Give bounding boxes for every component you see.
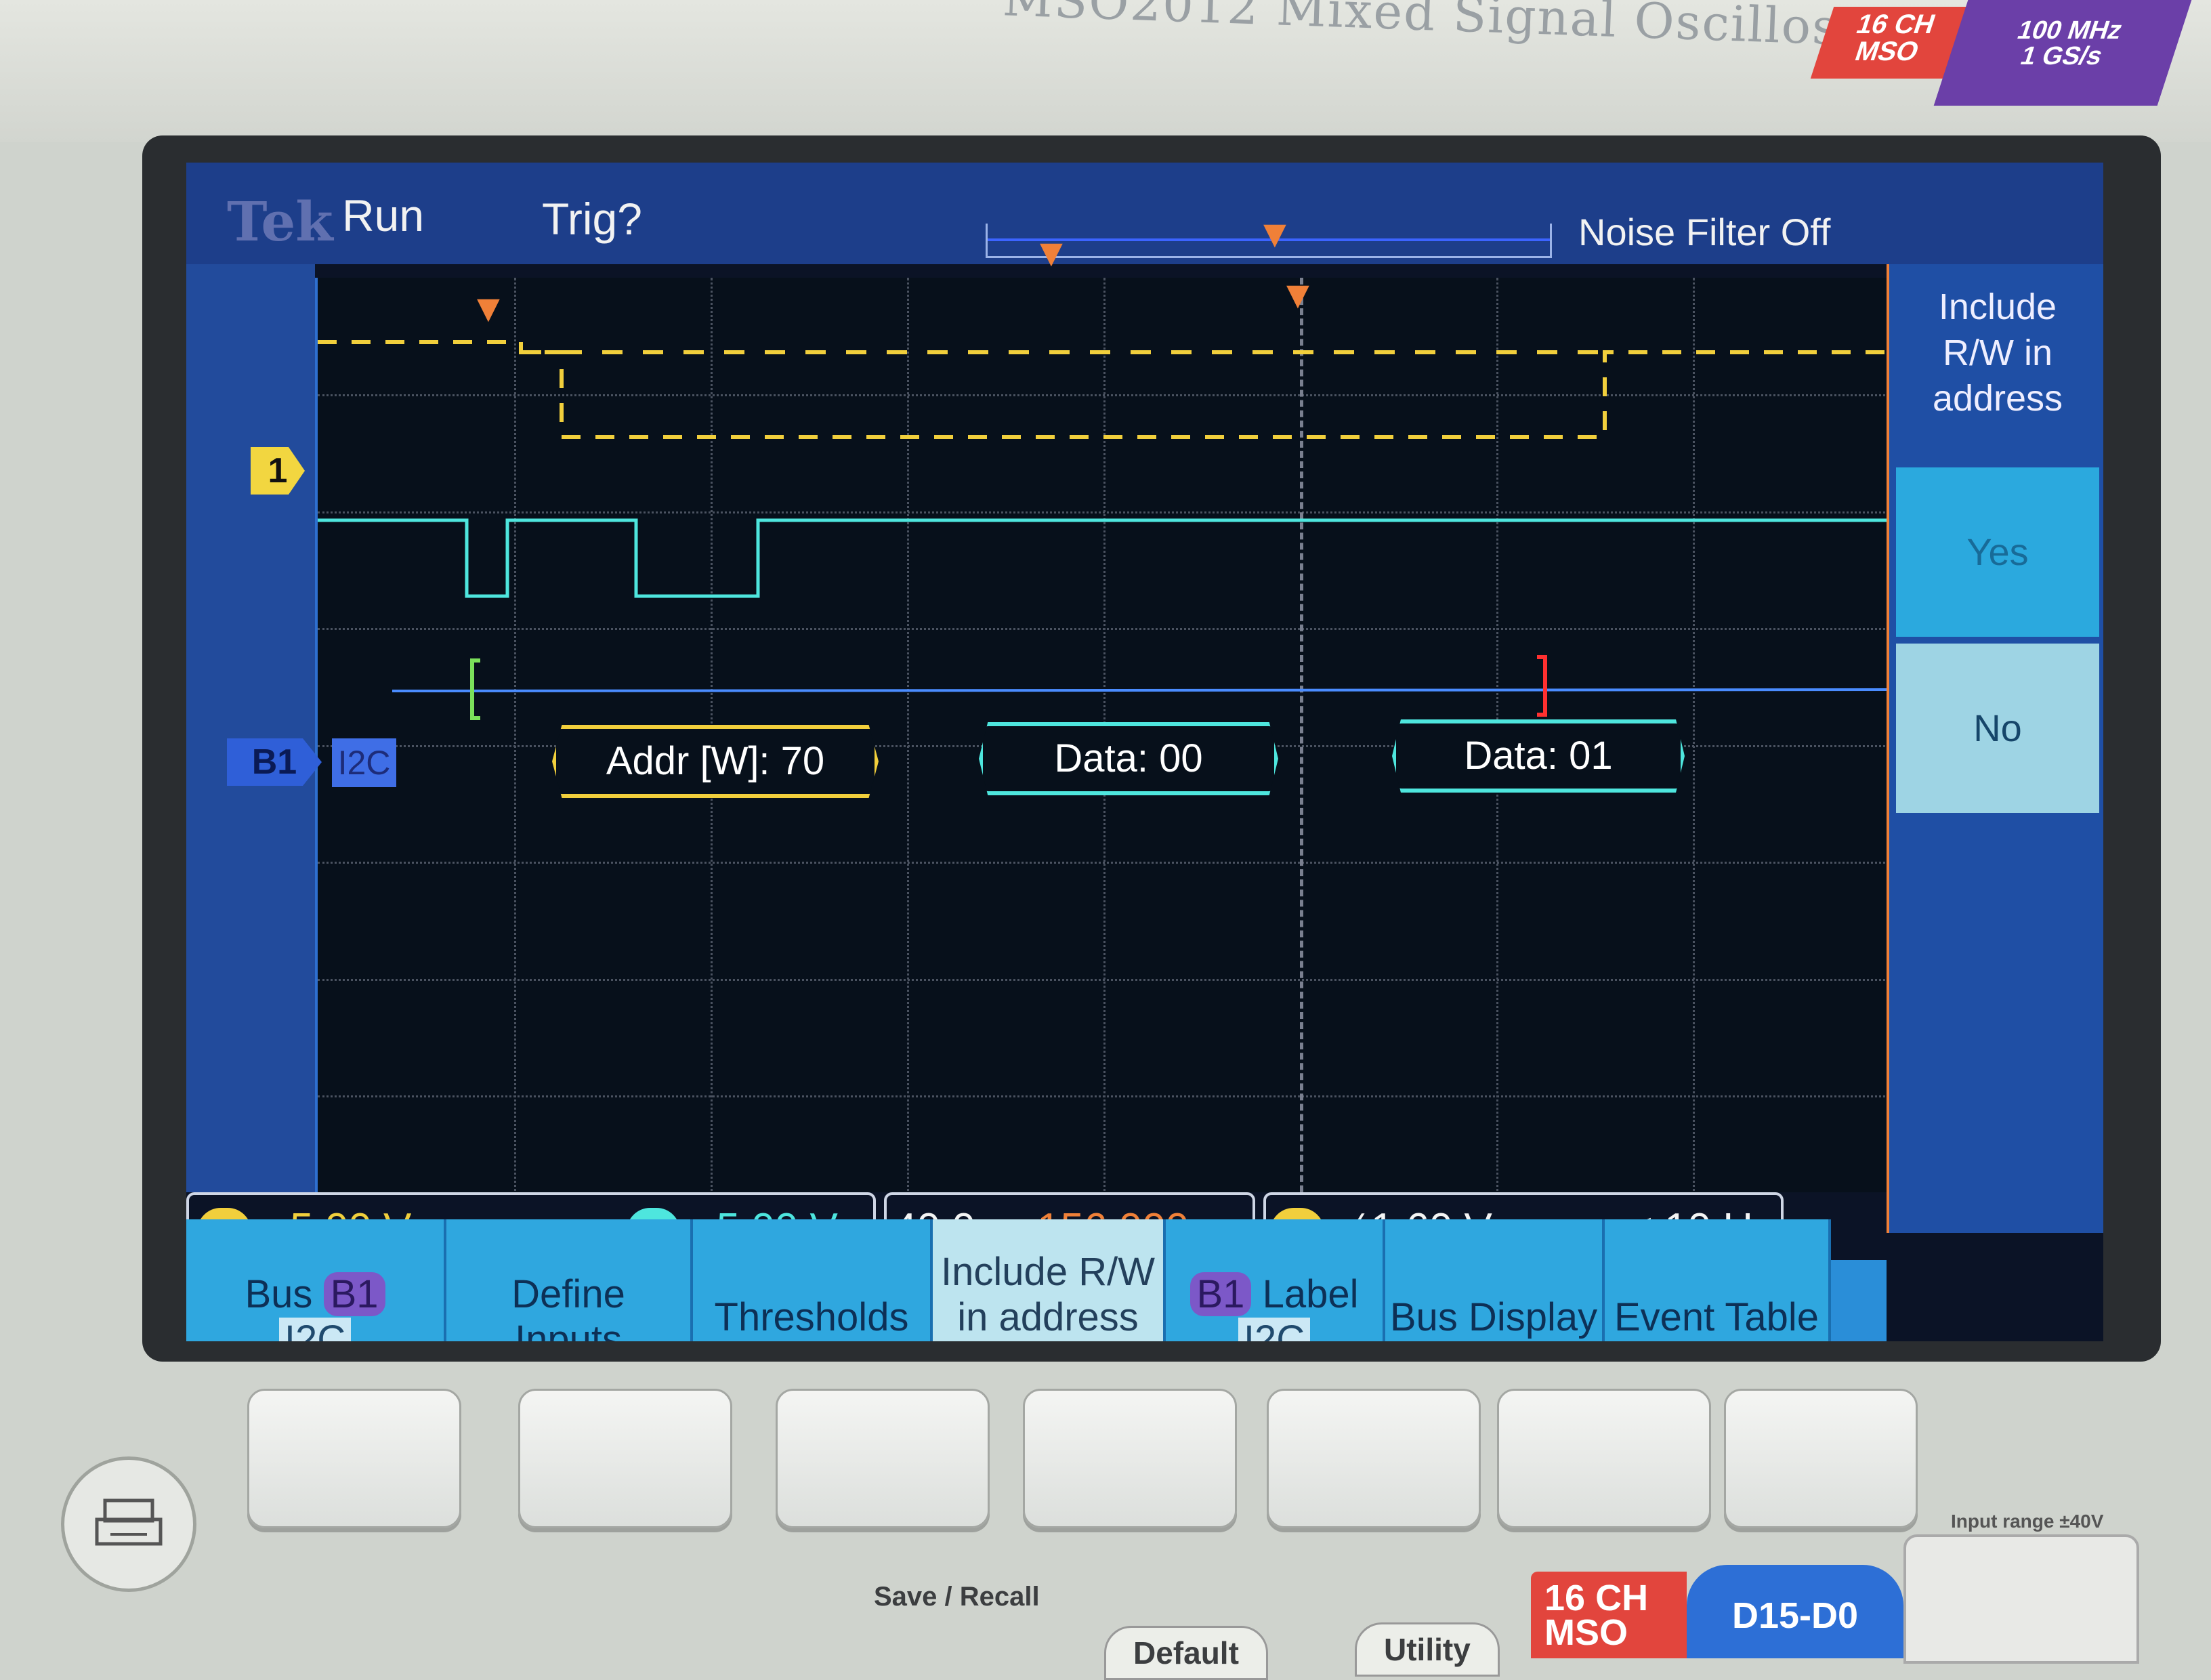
side-menu: Include R/W in address Yes No xyxy=(1887,264,2103,1233)
default-button[interactable]: Default xyxy=(1104,1626,1268,1680)
define-inputs-button[interactable]: Define Inputs xyxy=(446,1219,693,1341)
i2c-data-packet: Data: 00 xyxy=(979,722,1278,795)
bezel-button-6[interactable] xyxy=(1497,1389,1711,1528)
label-tag: B1 xyxy=(1189,1272,1252,1317)
input-range-label: Input range ±40V xyxy=(1951,1511,2104,1532)
spec-badge-line2: 1 GS/s xyxy=(2017,42,2107,70)
tek-logo: Tek xyxy=(227,190,333,253)
bus-display-label: Bus Display xyxy=(1389,1295,1598,1339)
bezel-button-1[interactable] xyxy=(247,1389,461,1528)
include-rw-line2: in address xyxy=(957,1295,1139,1339)
bus-value: I2C xyxy=(278,1318,352,1341)
define-inputs-line2: Inputs xyxy=(515,1318,622,1341)
event-table-button[interactable]: Event Table xyxy=(1605,1219,1831,1341)
bus-menu-button[interactable]: Bus B1 I2C xyxy=(186,1219,446,1341)
oscilloscope-screen: Tek Run Trig? ▼ ▼ Noise Filter Off ▼ ▼ 1… xyxy=(186,163,2103,1341)
ch-mso-badge: 16 CH MSO xyxy=(1531,1572,1687,1658)
include-rw-value: No xyxy=(1023,1340,1073,1341)
ch2-trace xyxy=(318,518,1889,598)
side-menu-title: Include R/W in address xyxy=(1932,287,2063,419)
utility-button[interactable]: Utility xyxy=(1355,1622,1500,1677)
thresholds-button[interactable]: Thresholds xyxy=(693,1219,933,1341)
status-bar: Tek Run Trig? ▼ ▼ Noise Filter Off xyxy=(186,163,2103,270)
bus-display-button[interactable]: Bus Display xyxy=(1385,1219,1605,1341)
i2c-address-packet: Addr [W]: 70 xyxy=(552,725,879,798)
save-recall-label: Save / Recall xyxy=(874,1582,1040,1612)
event-table-label: Event Table xyxy=(1614,1295,1819,1339)
print-button[interactable] xyxy=(61,1456,196,1592)
printer-icon xyxy=(95,1498,163,1546)
record-center-marker-icon: ▼ xyxy=(1263,217,1286,251)
bezel-button-3[interactable] xyxy=(776,1389,990,1528)
digital-channels-button[interactable]: D15-D0 xyxy=(1687,1565,1903,1658)
record-trigger-marker-icon: ▼ xyxy=(1040,236,1063,270)
label-value: I2C xyxy=(1238,1318,1311,1341)
bus-label: Bus xyxy=(245,1272,313,1317)
bezel-button-5[interactable] xyxy=(1267,1389,1481,1528)
option-no-button[interactable]: No xyxy=(1896,644,2099,813)
bezel-button-2[interactable] xyxy=(518,1389,732,1528)
trigger-position-icon: ▼ xyxy=(477,291,500,326)
bus-b1-marker[interactable]: B1 xyxy=(227,738,322,786)
thresholds-label: Thresholds xyxy=(714,1295,909,1339)
model-title: MSO2012 Mixed Signal Oscilloscope xyxy=(1001,0,1962,60)
bus-start-bracket-icon xyxy=(470,658,480,720)
spec-badge: 100 MHz 1 GS/s xyxy=(1933,0,2192,106)
option-yes-button[interactable]: Yes xyxy=(1896,467,2099,637)
bus-baseline xyxy=(392,688,1889,692)
run-state: Run xyxy=(342,190,425,240)
label-text: Label xyxy=(1262,1272,1359,1317)
expansion-point-icon: ▼ xyxy=(1286,278,1309,312)
spec-badge-line1: 100 MHz xyxy=(2013,16,2126,45)
bottom-menu: Bus B1 I2C Define Inputs Thresholds Incl… xyxy=(186,1219,1887,1341)
define-inputs-line1: Define xyxy=(511,1272,625,1317)
bezel-button-7[interactable] xyxy=(1724,1389,1918,1528)
include-rw-line1: Include R/W xyxy=(941,1249,1155,1294)
include-rw-button[interactable]: Include R/W in address No xyxy=(933,1219,1166,1341)
bus-type-tag: I2C xyxy=(332,738,396,787)
bezel-button-4[interactable] xyxy=(1023,1389,1237,1528)
instrument-top-bezel: MSO2012 Mixed Signal Oscilloscope 16 CH … xyxy=(0,0,2211,142)
bus-label-button[interactable]: B1 Label I2C xyxy=(1166,1219,1385,1341)
noise-filter-status: Noise Filter Off xyxy=(1578,211,1831,253)
i2c-data-packet: Data: 01 xyxy=(1392,719,1685,793)
probe-connector xyxy=(1903,1534,2139,1664)
bus-tag: B1 xyxy=(323,1272,385,1317)
trigger-state: Trig? xyxy=(542,194,642,244)
ch1-trace xyxy=(318,340,1889,439)
bus-stop-bracket-icon xyxy=(1537,655,1547,717)
